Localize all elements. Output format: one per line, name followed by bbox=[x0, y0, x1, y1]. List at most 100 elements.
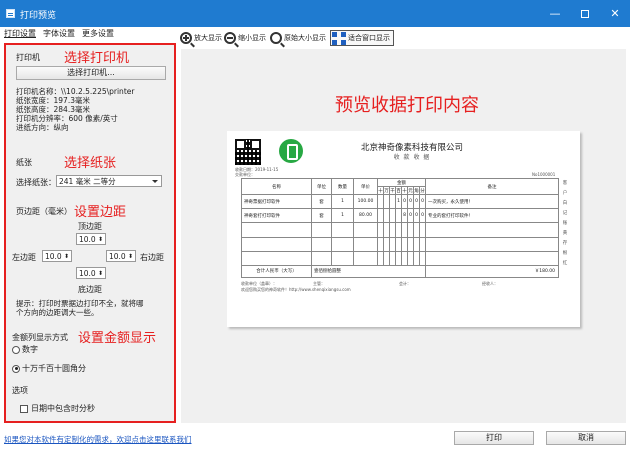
amount-digit-header: 万 bbox=[383, 186, 390, 196]
right-margin-label: 右边距 bbox=[140, 253, 164, 262]
row-name: 神奇票据打印软件 bbox=[241, 194, 312, 210]
row-price: 100.00 bbox=[353, 194, 378, 210]
top-margin-label: 顶边距 bbox=[78, 222, 102, 231]
amount-annotation: 设置金额显示 bbox=[78, 331, 157, 346]
minimize-button[interactable]: — bbox=[540, 0, 570, 27]
paper-height: 纸张高度：284.3毫米 bbox=[16, 105, 90, 114]
receipt-copy-marks: 客 户 白 记 账 黄 存 根 红 bbox=[561, 179, 569, 269]
top-margin-input[interactable]: 10.0 ⬍ bbox=[76, 233, 106, 245]
window-title: 打印预览 bbox=[20, 11, 57, 21]
amount-radio-digits-label: 数字 bbox=[22, 345, 38, 354]
settings-panel: 打印机 选择打印机 选择打印机... 打印机名称：\\10.2.5.225\pr… bbox=[4, 43, 176, 423]
receipt-number: No1000001 bbox=[532, 172, 556, 177]
spin-icon[interactable]: ⬍ bbox=[98, 234, 103, 245]
receipt-header: 金额 bbox=[377, 177, 426, 188]
table-row bbox=[241, 236, 559, 252]
app-icon bbox=[6, 9, 15, 18]
right-margin-input[interactable]: 10.0 ⬍ bbox=[106, 250, 136, 262]
phone-logo-icon bbox=[279, 139, 303, 163]
close-button[interactable]: ✕ bbox=[600, 0, 630, 27]
table-row: 神奇套打打印软件 套 1 80.00 8 0 0 0 专业的套打打印软件！ bbox=[241, 208, 559, 224]
cancel-button[interactable]: 取消 bbox=[546, 431, 626, 445]
bottom-margin-input[interactable]: 10.0 ⬍ bbox=[76, 267, 106, 279]
row-qty: 1 bbox=[331, 208, 354, 224]
amount-digit-header: 角 bbox=[413, 186, 420, 196]
row-note: 专业的套打打印软件！ bbox=[425, 208, 559, 224]
spin-icon[interactable]: ⬍ bbox=[64, 251, 69, 262]
amount-radio-digits[interactable]: 数字 bbox=[12, 344, 38, 355]
printer-resolution: 打印机分辨率：600 像素/英寸 bbox=[16, 114, 118, 123]
amount-radio-chinese[interactable]: 十万千百十圆角分 bbox=[12, 363, 86, 374]
actual-size-button[interactable]: 原始大小显示 bbox=[270, 30, 326, 48]
left-margin-label: 左边距 bbox=[12, 253, 36, 262]
fit-window-button[interactable]: 适合窗口显示 bbox=[330, 30, 394, 46]
row-price: 80.00 bbox=[353, 208, 378, 224]
preview-area[interactable]: 预览收据打印内容 北京神奇像素科技有限公司 收 款 收 据 收款日期：2019-… bbox=[181, 49, 626, 423]
actual-size-label: 原始大小显示 bbox=[284, 34, 326, 42]
zoom-in-label: 放大显示 bbox=[194, 34, 222, 42]
table-row: 神奇票据打印软件 套 1 100.00 1 0 0 0 0 一次购买，永久使用！ bbox=[241, 194, 559, 210]
copy-mark: 根 bbox=[562, 251, 568, 256]
receipt-header: 名称 bbox=[241, 177, 312, 196]
copy-mark: 黄 bbox=[562, 231, 568, 236]
margin-section-label: 页边距（毫米） bbox=[16, 207, 72, 216]
chevron-down-icon bbox=[152, 180, 158, 183]
preview-headline: 预览收据打印内容 bbox=[335, 95, 479, 116]
radio-icon bbox=[12, 364, 20, 373]
margin-annotation: 设置边距 bbox=[74, 205, 127, 220]
row-note: 一次购买，永久使用！ bbox=[425, 194, 559, 210]
copy-mark: 户 bbox=[562, 191, 568, 196]
custom-request-link[interactable]: 如果您对本软件有定制化的需求，欢迎点击这里联系我们 bbox=[4, 434, 192, 445]
margin-tip-line: 个方向的边距调大一些。 bbox=[16, 308, 99, 317]
radio-icon bbox=[12, 345, 20, 354]
paper-section-label: 纸张 bbox=[16, 158, 32, 167]
tab-print-settings[interactable]: 打印设置 bbox=[4, 28, 36, 39]
total-label: 合计人民币（大写） bbox=[241, 264, 312, 279]
qr-code-icon bbox=[235, 139, 261, 165]
footer-receiver: 经收人： bbox=[482, 281, 498, 286]
date-time-checkbox-label: 日期中包含时分秒 bbox=[31, 404, 95, 413]
paper-select-label: 选择纸张： bbox=[16, 178, 56, 187]
tab-font-settings[interactable]: 字体设置 bbox=[43, 28, 75, 39]
left-margin-value: 10.0 bbox=[45, 252, 62, 261]
margin-tip-line: 提示：打印时票据边打印不全，就将哪 bbox=[16, 299, 144, 308]
title-bar: 打印预览 — ✕ bbox=[0, 0, 630, 27]
paper-select[interactable]: 241 毫米 二等分 bbox=[56, 175, 162, 187]
amount-digit-header: 十 bbox=[401, 186, 408, 196]
bottom-bar: 如果您对本软件有定制化的需求，欢迎点击这里联系我们 打印 取消 bbox=[0, 426, 630, 450]
printer-name: 打印机名称：\\10.2.5.225\printer bbox=[16, 87, 135, 96]
amount-digit-header: 百 bbox=[395, 186, 402, 196]
bottom-margin-value: 10.0 bbox=[79, 269, 96, 278]
paper-annotation: 选择纸张 bbox=[64, 156, 117, 171]
receipt-page: 北京神奇像素科技有限公司 收 款 收 据 收款日期：2019-11-15 交款单… bbox=[227, 131, 580, 327]
select-printer-button[interactable]: 选择打印机... bbox=[16, 66, 166, 80]
receipt-header: 单价 bbox=[353, 177, 378, 196]
copy-mark: 客 bbox=[562, 181, 568, 186]
options-section-label: 选项 bbox=[12, 386, 28, 395]
date-time-checkbox[interactable]: 日期中包含时分秒 bbox=[20, 403, 95, 414]
amount-digit-header: 分 bbox=[419, 186, 426, 196]
receipt-header: 数量 bbox=[331, 177, 354, 196]
bottom-margin-label: 底边距 bbox=[78, 285, 102, 294]
tab-more-settings[interactable]: 更多设置 bbox=[82, 28, 114, 39]
copy-mark: 账 bbox=[562, 221, 568, 226]
footer-accountant: 会计： bbox=[399, 281, 411, 286]
print-button[interactable]: 打印 bbox=[454, 431, 534, 445]
paper-select-value: 241 毫米 二等分 bbox=[59, 177, 116, 186]
checkbox-icon bbox=[20, 404, 28, 413]
zoom-in-button[interactable]: 放大显示 bbox=[180, 30, 222, 48]
row-name: 神奇套打打印软件 bbox=[241, 208, 312, 224]
zoom-out-button[interactable]: 缩小显示 bbox=[224, 30, 266, 48]
maximize-button[interactable] bbox=[570, 0, 600, 27]
left-margin-input[interactable]: 10.0 ⬍ bbox=[42, 250, 72, 262]
printer-annotation: 选择打印机 bbox=[64, 51, 130, 66]
top-margin-value: 10.0 bbox=[79, 235, 96, 244]
spin-icon[interactable]: ⬍ bbox=[128, 251, 133, 262]
table-row bbox=[241, 250, 559, 266]
total-words: 壹佰捌拾圆整 bbox=[311, 264, 426, 279]
actual-size-icon bbox=[270, 32, 285, 48]
amount-section-label: 金额列显示方式 bbox=[12, 333, 68, 342]
spin-icon[interactable]: ⬍ bbox=[98, 268, 103, 279]
printer-section-label: 打印机 bbox=[16, 53, 40, 62]
receipt-header: 备注 bbox=[425, 177, 559, 196]
